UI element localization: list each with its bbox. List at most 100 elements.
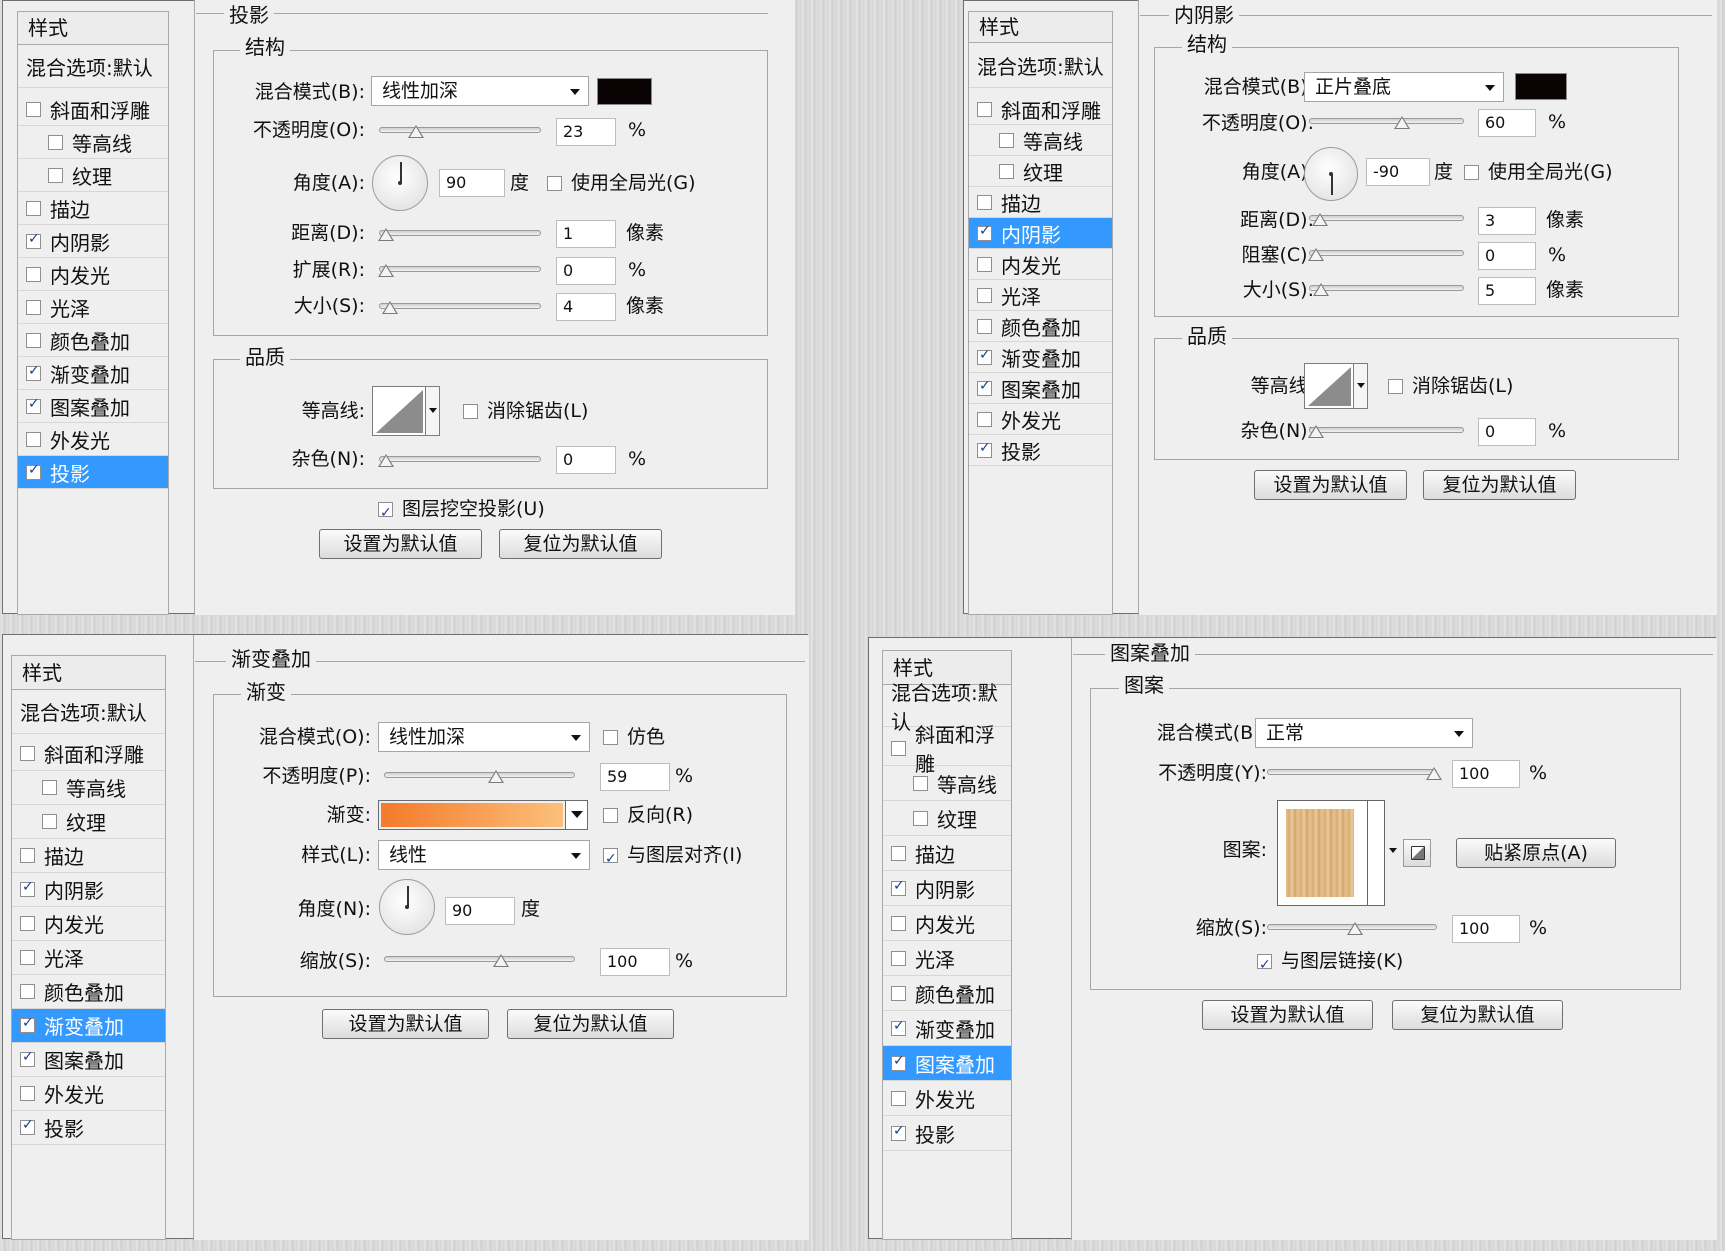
slider-thumb[interactable] xyxy=(488,770,504,783)
sidebar-item[interactable]: 纹理 xyxy=(18,159,168,192)
sidebar-item[interactable]: 颜色叠加 xyxy=(18,324,168,357)
checkbox[interactable] xyxy=(999,132,1014,148)
knockout-checkbox[interactable]: 图层挖空投影(U) xyxy=(378,495,545,527)
spread-input[interactable]: 0 xyxy=(556,257,616,285)
sidebar-item[interactable]: 斜面和浮雕 xyxy=(883,723,1011,776)
sidebar-item[interactable]: 等高线 xyxy=(969,125,1112,156)
sidebar-item[interactable]: 外发光 xyxy=(883,1081,1011,1116)
checkbox[interactable] xyxy=(26,101,41,117)
sidebar-item[interactable]: 纹理 xyxy=(12,805,165,839)
checkbox[interactable] xyxy=(977,378,992,396)
make-default-button[interactable]: 设置为默认值 xyxy=(1202,1000,1373,1030)
sidebar-item[interactable]: 图案叠加 xyxy=(969,373,1112,404)
sidebar-item[interactable]: 等高线 xyxy=(12,771,165,805)
sidebar-item[interactable]: 内发光 xyxy=(969,249,1112,280)
checkbox[interactable] xyxy=(977,101,992,117)
checkbox[interactable] xyxy=(20,1015,35,1033)
antialias-checkbox[interactable]: 消除锯齿(L) xyxy=(1388,372,1513,400)
angle-input[interactable]: -90 xyxy=(1366,158,1430,186)
sidebar-item[interactable]: 渐变叠加 xyxy=(969,342,1112,373)
blending-options-item[interactable]: 混合选项:默认 xyxy=(969,43,1112,88)
checkbox[interactable] xyxy=(547,175,562,191)
checkbox[interactable] xyxy=(26,200,41,216)
chevron-down-icon[interactable] xyxy=(1353,364,1367,408)
make-default-button[interactable]: 设置为默认值 xyxy=(322,1009,489,1039)
sidebar-item[interactable]: 等高线 xyxy=(18,126,168,159)
checkbox[interactable] xyxy=(48,134,63,150)
slider-thumb[interactable] xyxy=(1308,248,1324,261)
sidebar-item[interactable]: 纹理 xyxy=(969,156,1112,187)
size-input[interactable]: 4 xyxy=(556,293,616,321)
scale-slider[interactable] xyxy=(384,954,575,967)
slider-thumb[interactable] xyxy=(493,954,509,967)
slider-thumb[interactable] xyxy=(1347,922,1363,935)
checkbox[interactable] xyxy=(48,167,63,183)
size-input[interactable]: 5 xyxy=(1478,277,1536,305)
contour-picker[interactable] xyxy=(1304,363,1368,409)
global-light-checkbox[interactable]: 使用全局光(G) xyxy=(547,169,696,197)
checkbox[interactable] xyxy=(20,848,35,863)
checkbox[interactable] xyxy=(977,411,992,427)
checkbox[interactable] xyxy=(891,1053,906,1071)
checkbox[interactable] xyxy=(603,729,618,745)
noise-input[interactable]: 0 xyxy=(1478,418,1536,446)
slider-thumb[interactable] xyxy=(378,454,394,467)
slider-thumb[interactable] xyxy=(1308,425,1324,438)
checkbox[interactable] xyxy=(26,266,41,282)
sidebar-item[interactable]: 投影 xyxy=(969,435,1112,466)
checkbox[interactable] xyxy=(20,1049,35,1067)
checkbox[interactable] xyxy=(42,780,57,795)
slider-thumb[interactable] xyxy=(1312,213,1328,226)
sidebar-item[interactable]: 描边 xyxy=(883,836,1011,871)
sidebar-item[interactable]: 外发光 xyxy=(969,404,1112,435)
sidebar-item[interactable]: 内发光 xyxy=(18,258,168,291)
distance-slider[interactable] xyxy=(378,228,541,241)
checkbox[interactable] xyxy=(977,194,992,210)
checkbox[interactable] xyxy=(20,1086,35,1101)
blend-mode-select[interactable]: 线性加深 xyxy=(378,722,590,752)
sidebar-item[interactable]: 描边 xyxy=(18,192,168,225)
checkbox[interactable] xyxy=(977,223,992,241)
sidebar-item[interactable]: 图案叠加 xyxy=(18,390,168,423)
angle-dial[interactable] xyxy=(1304,147,1358,201)
sidebar-item[interactable]: 投影 xyxy=(12,1111,165,1145)
blend-mode-select[interactable]: 正片叠底 xyxy=(1304,72,1504,102)
opacity-slider[interactable] xyxy=(1267,767,1442,780)
sidebar-item[interactable]: 等高线 xyxy=(883,766,1011,801)
link-layer-checkbox[interactable]: 与图层链接(K) xyxy=(1257,947,1403,979)
checkbox[interactable] xyxy=(913,775,928,791)
slider-thumb[interactable] xyxy=(1394,116,1410,129)
angle-input[interactable]: 90 xyxy=(439,169,505,197)
checkbox[interactable] xyxy=(891,845,906,861)
checkbox[interactable] xyxy=(378,499,393,527)
reset-default-button[interactable]: 复位为默认值 xyxy=(507,1009,674,1039)
sidebar-item[interactable]: 投影 xyxy=(18,456,168,489)
spread-slider[interactable] xyxy=(378,264,541,277)
checkbox[interactable] xyxy=(891,915,906,931)
global-light-checkbox[interactable]: 使用全局光(G) xyxy=(1464,158,1613,186)
checkbox[interactable] xyxy=(891,985,906,1001)
reset-default-button[interactable]: 复位为默认值 xyxy=(1392,1000,1563,1030)
sidebar-item[interactable]: 斜面和浮雕 xyxy=(969,94,1112,125)
checkbox[interactable] xyxy=(20,1117,35,1135)
sidebar-item[interactable]: 图案叠加 xyxy=(12,1043,165,1077)
sidebar-item[interactable]: 颜色叠加 xyxy=(883,976,1011,1011)
reset-default-button[interactable]: 复位为默认值 xyxy=(499,529,662,559)
checkbox[interactable] xyxy=(913,810,928,826)
checkbox[interactable] xyxy=(603,845,618,873)
blending-options-item[interactable]: 混合选项:默认 xyxy=(18,45,168,88)
antialias-checkbox[interactable]: 消除锯齿(L) xyxy=(463,397,588,425)
checkbox[interactable] xyxy=(20,879,35,897)
checkbox[interactable] xyxy=(977,347,992,365)
chevron-down-icon[interactable] xyxy=(425,387,439,435)
size-slider[interactable] xyxy=(379,301,541,314)
sidebar-item[interactable]: 光泽 xyxy=(18,291,168,324)
sidebar-item[interactable]: 内阴影 xyxy=(969,218,1112,249)
checkbox[interactable] xyxy=(26,231,41,249)
checkbox[interactable] xyxy=(20,950,35,965)
chevron-down-icon[interactable] xyxy=(565,801,587,829)
blend-mode-select[interactable]: 线性加深 xyxy=(371,76,589,106)
sidebar-item[interactable]: 图案叠加 xyxy=(883,1046,1011,1081)
sidebar-item[interactable]: 外发光 xyxy=(18,423,168,456)
checkbox[interactable] xyxy=(20,746,35,761)
